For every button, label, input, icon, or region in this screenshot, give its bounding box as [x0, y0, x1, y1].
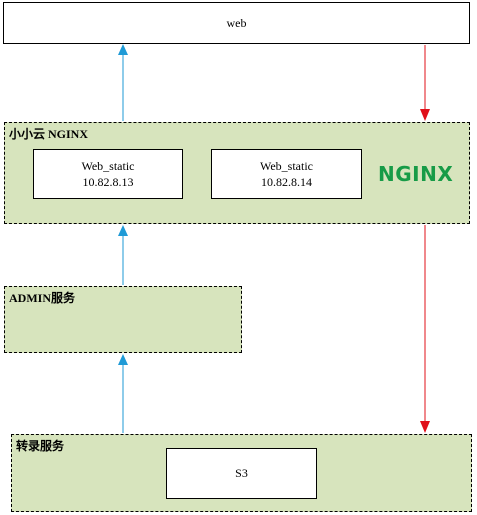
arrowhead-nginx-to-transcode — [420, 421, 430, 433]
arrowhead-web-to-nginx — [420, 109, 430, 121]
arrowhead-transcode-to-admin — [118, 354, 128, 365]
connector-arrows — [118, 44, 430, 433]
arrowhead-admin-to-nginx — [118, 225, 128, 236]
arrowhead-nginx-to-web — [118, 44, 128, 55]
